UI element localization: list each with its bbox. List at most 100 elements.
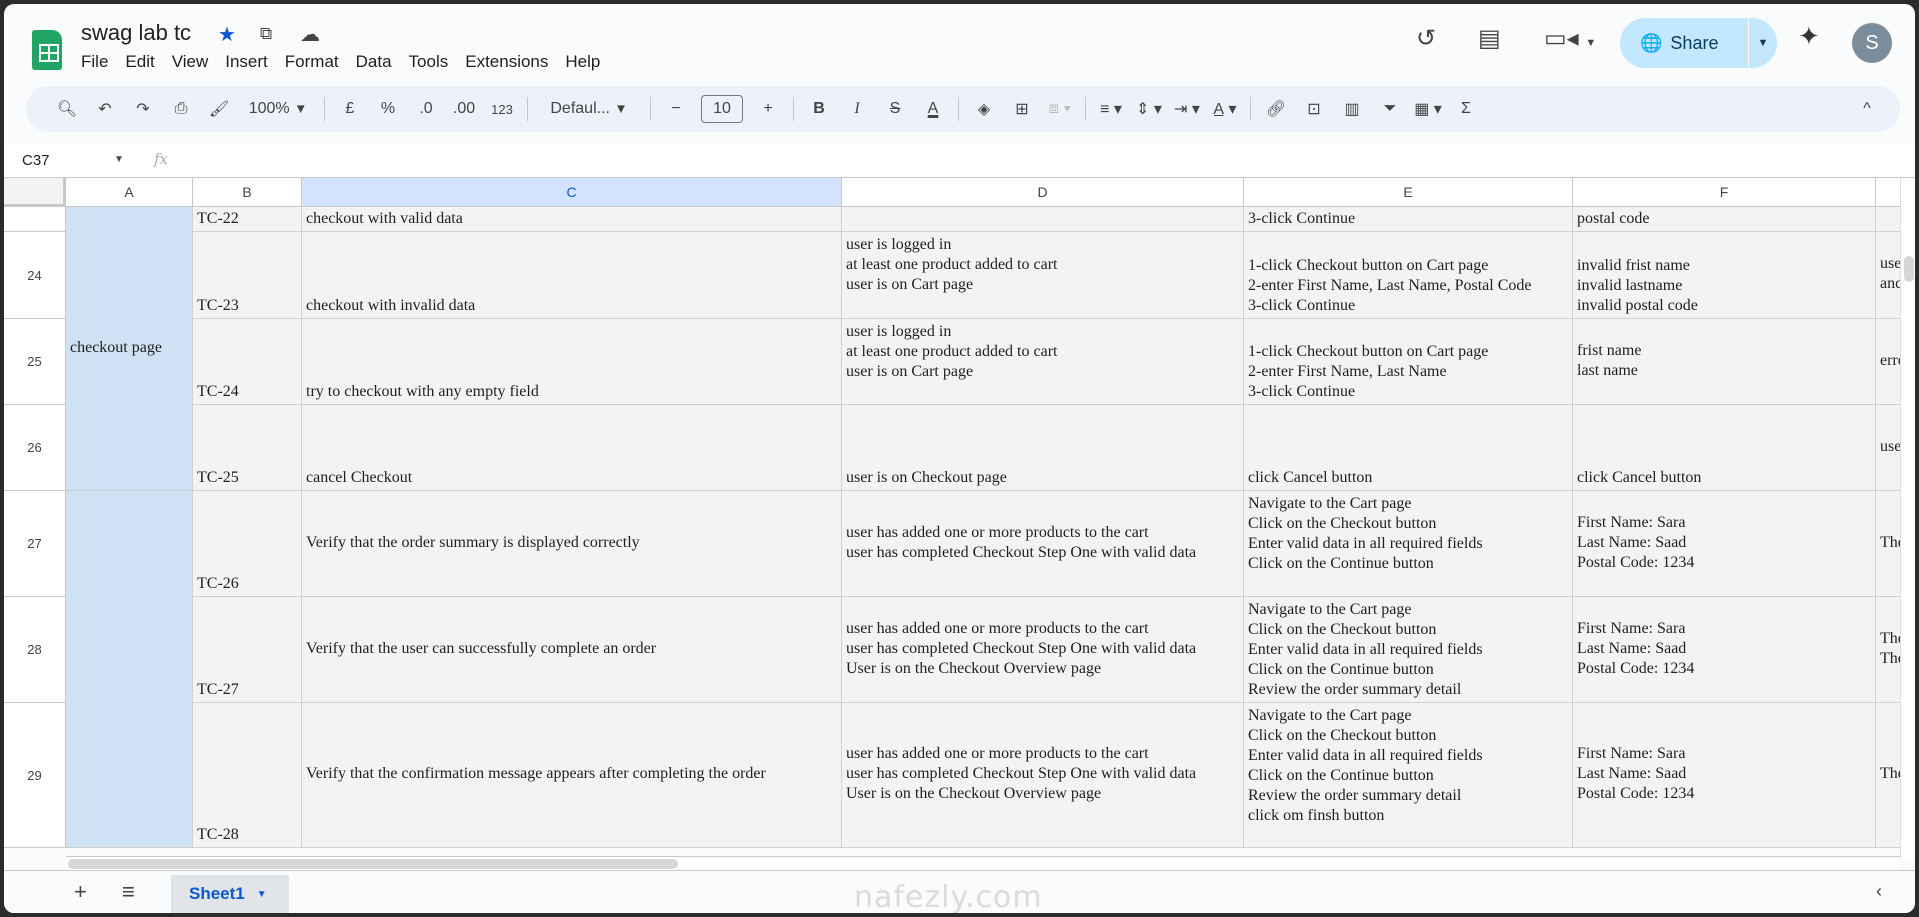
percent-button[interactable]: % [369, 100, 407, 118]
column-header-c[interactable]: C [302, 178, 842, 207]
search-icon[interactable]: 🔍︎ [48, 99, 86, 119]
move-folder-icon[interactable]: ⧉ [260, 24, 272, 44]
name-box[interactable]: C37 [22, 152, 50, 169]
chevron-down-icon[interactable]: ▼ [114, 154, 124, 165]
insert-link-icon[interactable]: 🔗︎ [1257, 99, 1295, 119]
borders-icon[interactable]: ⊞ [1003, 99, 1041, 119]
cell-c[interactable]: Verify that the confirmation message app… [302, 703, 842, 848]
vertical-align-icon[interactable]: ⇕ ▾ [1130, 99, 1168, 119]
row-header[interactable] [4, 207, 66, 232]
cell-d[interactable] [842, 207, 1244, 232]
cell-f[interactable]: frist name last name [1573, 319, 1876, 405]
fill-color-icon[interactable]: ◈ [965, 99, 1003, 119]
currency-button[interactable]: £ [331, 100, 369, 118]
cell-f[interactable]: click Cancel button [1573, 405, 1876, 491]
share-dropdown-icon[interactable]: ▼ [1748, 18, 1777, 68]
insert-chart-icon[interactable]: ▥ [1333, 99, 1371, 119]
meet-video-icon[interactable]: ▭◂ ▼ [1544, 24, 1596, 53]
cell-e[interactable]: Navigate to the Cart page Click on the C… [1244, 597, 1573, 703]
cell-c[interactable]: Verify that the user can successfully co… [302, 597, 842, 703]
redo-icon[interactable]: ↷ [124, 99, 162, 119]
select-all-corner[interactable] [4, 178, 66, 207]
cell-e[interactable]: 3-click Continue [1244, 207, 1573, 232]
star-icon[interactable]: ★ [218, 22, 236, 47]
menu-edit[interactable]: Edit [125, 52, 154, 72]
vertical-scroll-thumb[interactable] [1904, 256, 1914, 282]
cell-d[interactable]: user is logged in at least one product a… [842, 232, 1244, 319]
collapse-toolbar-icon[interactable]: ^ [1848, 100, 1886, 118]
menu-data[interactable]: Data [356, 52, 392, 72]
row-header[interactable]: 26 [4, 405, 66, 491]
row-header[interactable]: 28 [4, 597, 66, 703]
undo-icon[interactable]: ↶ [86, 99, 124, 119]
chevron-down-icon[interactable]: ▼ [257, 889, 267, 900]
row-header[interactable]: 27 [4, 491, 66, 597]
merged-cell-group[interactable] [66, 491, 193, 848]
cell-f[interactable]: First Name: Sara Last Name: Saad Postal … [1573, 597, 1876, 703]
cell-b[interactable]: TC-24 [193, 319, 302, 405]
functions-icon[interactable]: Σ [1447, 100, 1485, 118]
cloud-saved-icon[interactable]: ☁ [300, 22, 320, 47]
cell-e[interactable]: 1-click Checkout button on Cart page 2-e… [1244, 319, 1573, 405]
filter-views-icon[interactable]: ▦ ▾ [1409, 99, 1447, 119]
cell-f[interactable]: postal code [1573, 207, 1876, 232]
comments-icon[interactable]: ▤ [1478, 24, 1501, 53]
add-sheet-icon[interactable]: + [74, 879, 87, 905]
decrease-decimal-button[interactable]: .0 [407, 100, 445, 118]
document-title[interactable]: swag lab tc [81, 20, 191, 46]
menu-view[interactable]: View [172, 52, 209, 72]
font-select[interactable]: Defaul... ▼ [534, 100, 644, 118]
cell-c[interactable]: Verify that the order summary is display… [302, 491, 842, 597]
font-size-input[interactable]: 10 [701, 95, 743, 123]
text-rotation-icon[interactable]: A̲ ▾ [1206, 99, 1244, 119]
horizontal-scroll-thumb[interactable] [68, 859, 678, 869]
menu-insert[interactable]: Insert [225, 52, 268, 72]
cell-c[interactable]: try to checkout with any empty field [302, 319, 842, 405]
cell-e[interactable]: 1-click Checkout button on Cart page 2-e… [1244, 232, 1573, 319]
menu-help[interactable]: Help [565, 52, 600, 72]
number-format-button[interactable]: 123 [483, 102, 521, 117]
sheets-logo-icon[interactable] [32, 30, 62, 70]
cell-b[interactable]: TC-22 [193, 207, 302, 232]
menu-tools[interactable]: Tools [409, 52, 449, 72]
tab-sheet1[interactable]: Sheet1 ▼ [171, 875, 289, 913]
column-header-f[interactable]: F [1573, 178, 1876, 207]
all-sheets-menu-icon[interactable]: ≡ [122, 879, 135, 905]
avatar[interactable]: S [1852, 23, 1892, 63]
font-size-increase-button[interactable]: + [749, 100, 787, 118]
increase-decimal-button[interactable]: .00 [445, 100, 483, 118]
cell-d[interactable]: user is logged in at least one product a… [842, 319, 1244, 405]
zoom-select[interactable]: 100% ▼ [238, 100, 318, 118]
cell-e[interactable]: Navigate to the Cart page Click on the C… [1244, 491, 1573, 597]
cell-c[interactable]: checkout with invalid data [302, 232, 842, 319]
paint-format-icon[interactable]: 🖌︎ [200, 99, 238, 119]
cell-c[interactable]: checkout with valid data [302, 207, 842, 232]
horizontal-scrollbar[interactable] [66, 856, 1900, 870]
cell-e[interactable]: Navigate to the Cart page Click on the C… [1244, 703, 1573, 848]
column-header-d[interactable]: D [842, 178, 1244, 207]
cell-d[interactable]: user has added one or more products to t… [842, 491, 1244, 597]
vertical-scrollbar[interactable] [1900, 178, 1915, 858]
merge-cells-icon[interactable]: ⧈ ▾ [1041, 100, 1079, 118]
menu-format[interactable]: Format [285, 52, 339, 72]
column-header-e[interactable]: E [1244, 178, 1573, 207]
merged-cell-checkout-page[interactable]: checkout page [66, 207, 193, 491]
row-header[interactable]: 24 [4, 232, 66, 319]
cell-c[interactable]: cancel Checkout [302, 405, 842, 491]
strikethrough-icon[interactable]: S [876, 100, 914, 118]
gemini-sparkle-icon[interactable]: ✦ [1798, 21, 1820, 52]
font-size-decrease-button[interactable]: − [657, 100, 695, 118]
horizontal-align-icon[interactable]: ≡ ▾ [1092, 99, 1130, 119]
cell-d[interactable]: user has added one or more products to t… [842, 597, 1244, 703]
cell-e[interactable]: click Cancel button [1244, 405, 1573, 491]
side-panel-toggle-icon[interactable]: ‹ [1876, 881, 1882, 902]
column-header-a[interactable]: A [66, 178, 193, 207]
cell-b[interactable]: TC-26 [193, 491, 302, 597]
cell-b[interactable]: TC-23 [193, 232, 302, 319]
bold-button[interactable]: B [800, 100, 838, 118]
cell-d[interactable]: user is on Checkout page [842, 405, 1244, 491]
italic-button[interactable]: I [838, 100, 876, 118]
cell-d[interactable]: user has added one or more products to t… [842, 703, 1244, 848]
filter-icon[interactable]: ⏷ [1371, 100, 1409, 118]
print-icon[interactable]: ⎙ [162, 100, 200, 118]
